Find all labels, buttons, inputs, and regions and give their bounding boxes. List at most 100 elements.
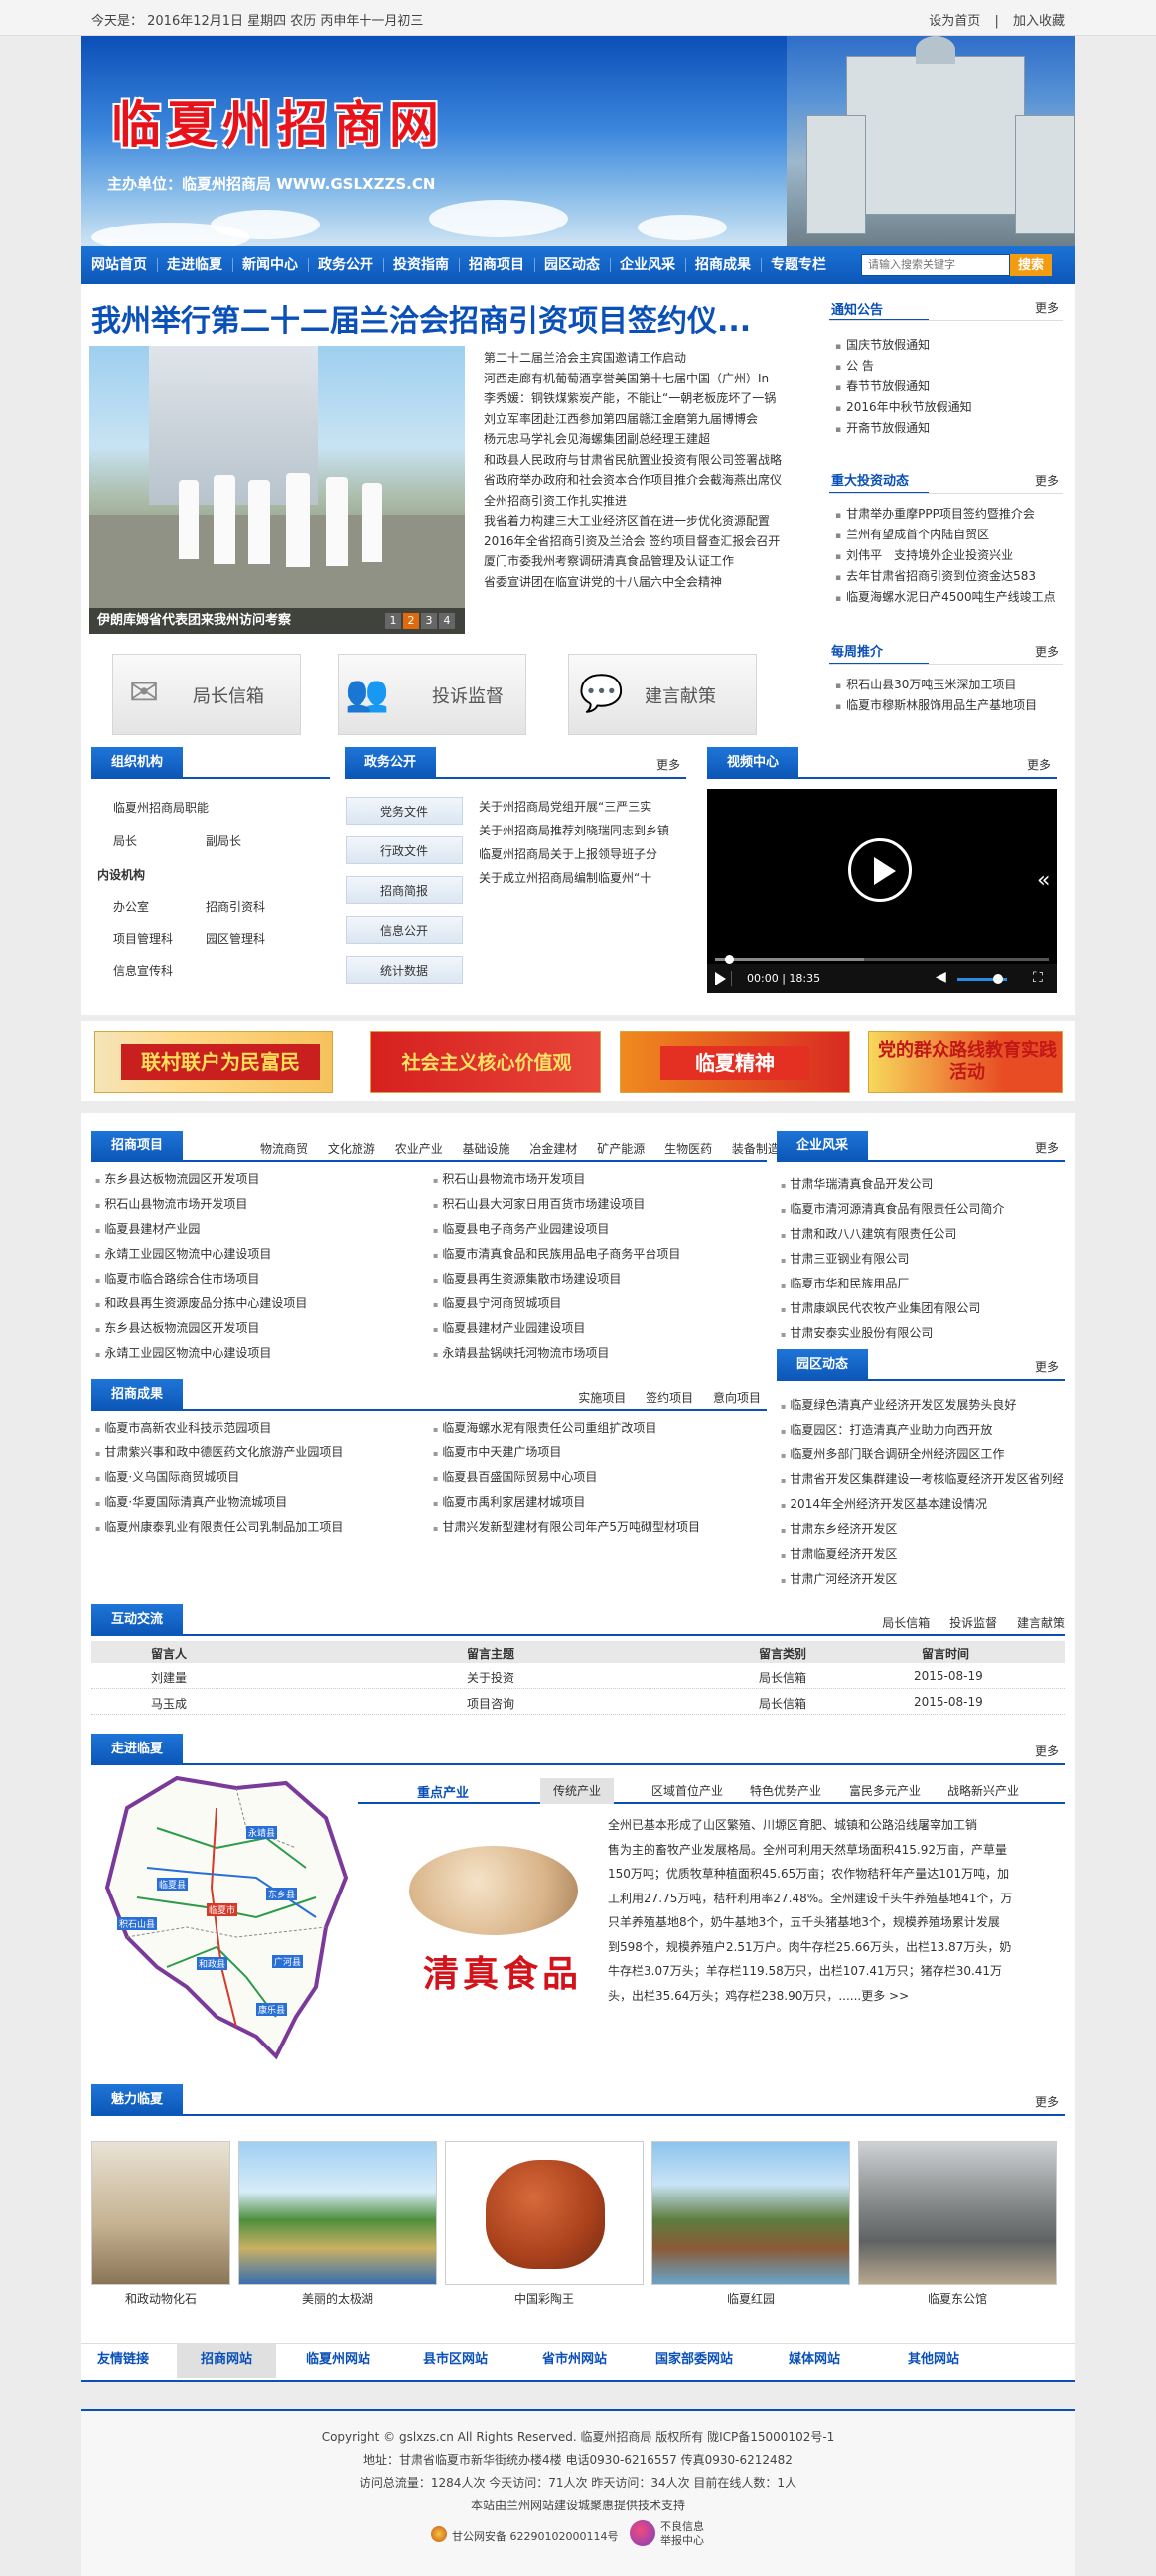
list-item[interactable]: 开斋节放假通知 <box>835 418 1059 439</box>
list-item[interactable]: 临夏园区：打造清真产业助力向西开放 <box>781 1418 1063 1442</box>
linxia-map[interactable]: 永靖县 东乡县 临夏县 临夏市 和政县 广河县 康乐县 积石山县 <box>97 1768 358 2066</box>
org-unit-link[interactable]: 园区管理科 <box>206 930 265 947</box>
lead-news-item[interactable]: 第二十二届兰洽会主宾国邀请工作启动 <box>484 348 787 369</box>
slide-page-1[interactable]: 1 <box>385 613 401 629</box>
list-item[interactable]: 临夏市穆斯林服饰用品生产基地项目 <box>835 695 1059 716</box>
lead-news-item[interactable]: 河西走廊有机葡萄酒享誉美国第十七届中国（广州）In <box>484 369 787 389</box>
list-item[interactable]: 临夏市清河源清真食品有限责任公司简介 <box>781 1197 1063 1222</box>
friend-tab[interactable]: 县市区网站 <box>423 2343 488 2378</box>
list-item[interactable]: 临夏市华和民族用品厂 <box>781 1272 1063 1296</box>
list-item[interactable]: 甘肃广河经济开发区 <box>781 1567 1063 1591</box>
interact-tab[interactable]: 互动交流 <box>91 1604 184 1636</box>
org-unit-link[interactable]: 办公室 <box>113 898 149 915</box>
subtab[interactable]: 签约项目 <box>646 1391 693 1405</box>
linxia-tab[interactable]: 特色优势产业 <box>750 1782 821 1799</box>
list-item[interactable]: 甘肃紫兴事和政中德医药文化旅游产业园项目 <box>95 1440 423 1465</box>
list-item[interactable]: 甘肃兴发新型建材有限公司年产5万吨砌型材项目 <box>433 1515 767 1540</box>
lead-news-item[interactable]: 杨元忠马学礼会见海螺集团副总经理王建超 <box>484 429 787 450</box>
org-unit-link[interactable]: 项目管理科 <box>113 930 173 947</box>
search-button[interactable]: 搜索 <box>1010 254 1052 276</box>
promo-banner-3[interactable]: 临夏精神 <box>620 1031 850 1093</box>
gov-tab[interactable]: 政务公开 <box>345 747 437 779</box>
subtab[interactable]: 建言献策 <box>1017 1616 1065 1630</box>
lead-news-item[interactable]: 省政府举办政府和社会资本合作项目推介会截海燕出席仪 <box>484 470 787 491</box>
nav-item-special[interactable]: 专题专栏 <box>771 246 826 284</box>
list-item[interactable]: 甘肃三亚钢业有限公司 <box>781 1247 1063 1272</box>
mailbox-shortcut[interactable]: ✉ 局长信箱 <box>112 654 301 735</box>
play-icon[interactable] <box>715 972 726 985</box>
volume-handle[interactable] <box>993 974 1003 984</box>
org-deputy-link[interactable]: 副局长 <box>206 833 241 849</box>
gallery-caption[interactable]: 中国彩陶王 <box>445 2290 644 2307</box>
body-more-link[interactable]: ......更多 >> <box>838 1989 909 2003</box>
list-item[interactable]: 永靖工业园区物流中心建设项目 <box>95 1341 423 1366</box>
list-item[interactable]: 关于州招商局推荐刘晓瑞同志到乡镇 <box>479 819 682 842</box>
list-item[interactable]: 刘伟平 支持境外企业投资兴业 <box>835 545 1059 566</box>
nav-item-results[interactable]: 招商成果 <box>695 246 751 284</box>
list-item[interactable]: 公 告 <box>835 356 1059 377</box>
fossil-photo[interactable] <box>91 2141 230 2285</box>
gallery-caption[interactable]: 美丽的太极湖 <box>238 2290 437 2307</box>
gallery-caption[interactable]: 临夏东公馆 <box>858 2290 1057 2307</box>
list-item[interactable]: 临夏市临合路综合住市场项目 <box>95 1267 423 1291</box>
list-item[interactable]: 甘肃省开发区集群建设一考核临夏经济开发区省列经济开 <box>781 1467 1063 1492</box>
list-item[interactable]: 临夏·华夏国际清真产业物流城项目 <box>95 1490 423 1515</box>
video-scrub-handle[interactable] <box>725 955 734 964</box>
video-player[interactable]: « 00:00 | 18:35 ◀ ⛶ <box>707 789 1057 993</box>
lead-news-item[interactable]: 和政县人民政府与甘肃省民航置业投资有限公司签署战略 <box>484 450 787 471</box>
list-item[interactable]: 临夏州招商局关于上报领导班子分 <box>479 842 682 866</box>
notice-title[interactable]: 通知公告 <box>831 299 883 318</box>
promo-banner-4[interactable]: 党的群众路线教育实践活动 <box>868 1031 1063 1093</box>
list-item[interactable]: 临夏海螺水泥日产4500吨生产线竣工点 <box>835 587 1059 608</box>
subtab[interactable]: 装备制造 <box>732 1142 780 1156</box>
video-tab[interactable]: 视频中心 <box>707 747 799 779</box>
list-item[interactable]: 临夏市清真食品和民族用品电子商务平台项目 <box>433 1242 767 1267</box>
subtab[interactable]: 局长信箱 <box>882 1616 930 1630</box>
subtab[interactable]: 物流商贸 <box>260 1142 308 1156</box>
search-input[interactable] <box>861 254 1010 276</box>
list-item[interactable]: 甘肃和政八八建筑有限责任公司 <box>781 1222 1063 1247</box>
lake-photo[interactable] <box>238 2141 437 2285</box>
list-item[interactable]: 积石山县30万吨玉米深加工项目 <box>835 675 1059 695</box>
lead-news-item[interactable]: 刘立军率团赴江西参加第四届赣江金磨第九届博博会 <box>484 409 787 430</box>
weekly-more-link[interactable]: 更多 <box>1035 643 1059 660</box>
nav-item-guide[interactable]: 投资指南 <box>393 246 449 284</box>
complaint-shortcut[interactable]: 👥 投诉监督 <box>338 654 526 735</box>
gov-category-button[interactable]: 招商简报 <box>346 876 463 904</box>
list-item[interactable]: 兰州有望成首个内陆自贸区 <box>835 525 1059 545</box>
charm-more-link[interactable]: 更多 <box>1035 2093 1059 2110</box>
list-item[interactable]: 临夏县建材产业园建设项目 <box>433 1316 767 1341</box>
list-item[interactable]: 临夏州多部门联合调研全州经济园区工作 <box>781 1442 1063 1467</box>
friend-tab[interactable]: 临夏州网站 <box>306 2343 370 2378</box>
subtab[interactable]: 冶金建材 <box>529 1142 577 1156</box>
list-item[interactable]: 永靖工业园区物流中心建设项目 <box>95 1242 423 1267</box>
enterprise-tab[interactable]: 企业风采 <box>777 1131 869 1162</box>
park-tab[interactable]: 园区动态 <box>777 1349 869 1381</box>
list-item[interactable]: 永靖县盐锅峡托河物流市场项目 <box>433 1341 767 1366</box>
org-unit-link[interactable]: 招商引资科 <box>206 898 265 915</box>
list-item[interactable]: 去年甘肃省招商引资到位资金达583 <box>835 566 1059 587</box>
video-progress-track[interactable] <box>715 955 1049 964</box>
table-cell[interactable]: 项目咨询 <box>467 1695 514 1712</box>
add-favorite-link[interactable]: 加入收藏 <box>1013 14 1065 29</box>
list-item[interactable]: 甘肃安泰实业股份有限公司 <box>781 1321 1063 1346</box>
linxia-tab-traditional[interactable]: 传统产业 <box>540 1778 614 1804</box>
list-item[interactable]: 积石山县物流市场开发项目 <box>95 1192 423 1217</box>
list-item[interactable]: 甘肃康飒民代农牧产业集团有限公司 <box>781 1296 1063 1321</box>
gov-category-button[interactable]: 行政文件 <box>346 836 463 864</box>
lead-news-item[interactable]: 省委宣讲团在临宣讲党的十八届六中全会精神 <box>484 572 787 593</box>
chevron-left-icon[interactable]: « <box>1037 868 1050 893</box>
promo-banner-2[interactable]: 社会主义核心价值观 <box>370 1031 601 1093</box>
promo-banner-1[interactable]: 联村联户为民富民 <box>94 1031 333 1093</box>
list-item[interactable]: 春节节放假通知 <box>835 377 1059 397</box>
nav-item-about[interactable]: 走进临夏 <box>167 246 222 284</box>
list-item[interactable]: 东乡县达板物流园区开发项目 <box>95 1316 423 1341</box>
major-more-link[interactable]: 更多 <box>1035 472 1059 489</box>
list-item[interactable]: 积石山县物流市场开发项目 <box>433 1167 767 1192</box>
subtab[interactable]: 投诉监督 <box>949 1616 997 1630</box>
linxia-tab-key[interactable]: 重点产业 <box>417 1782 469 1801</box>
nav-item-news[interactable]: 新闻中心 <box>242 246 298 284</box>
list-item[interactable]: 甘肃举办重摩PPP项目签约暨推介会 <box>835 504 1059 525</box>
play-overlay-icon[interactable] <box>848 838 912 902</box>
charm-tab[interactable]: 魅力临夏 <box>91 2084 184 2116</box>
